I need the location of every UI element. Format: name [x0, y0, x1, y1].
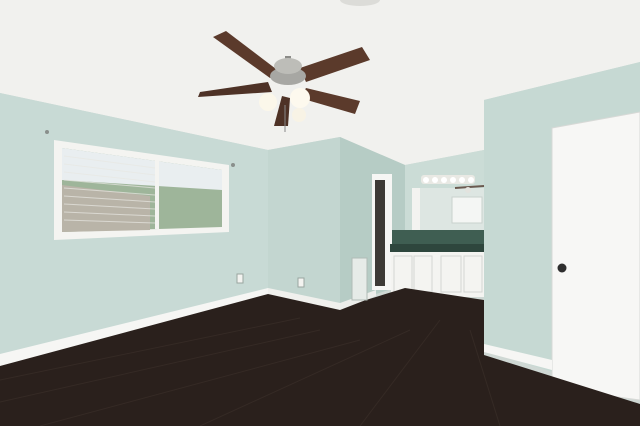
outlet-icon	[297, 277, 305, 288]
outlet-icon	[236, 273, 244, 284]
curtain-hook	[45, 130, 49, 134]
doorway-opening	[375, 180, 385, 286]
vanity-light-bar	[421, 175, 475, 184]
door-icon[interactable]	[551, 111, 640, 401]
fan-light	[290, 88, 310, 108]
door-knob[interactable]	[557, 263, 567, 273]
room-photo	[0, 0, 640, 426]
fan-motor-top	[274, 58, 302, 74]
fan-light	[292, 108, 306, 122]
vanity-backsplash	[392, 230, 484, 244]
fan-light	[259, 93, 277, 111]
curtain-hook	[231, 163, 235, 167]
room-scene	[0, 0, 640, 426]
vanity-countertop	[390, 244, 484, 252]
mirror-window-reflection	[451, 196, 483, 224]
vent-icon	[351, 257, 368, 301]
